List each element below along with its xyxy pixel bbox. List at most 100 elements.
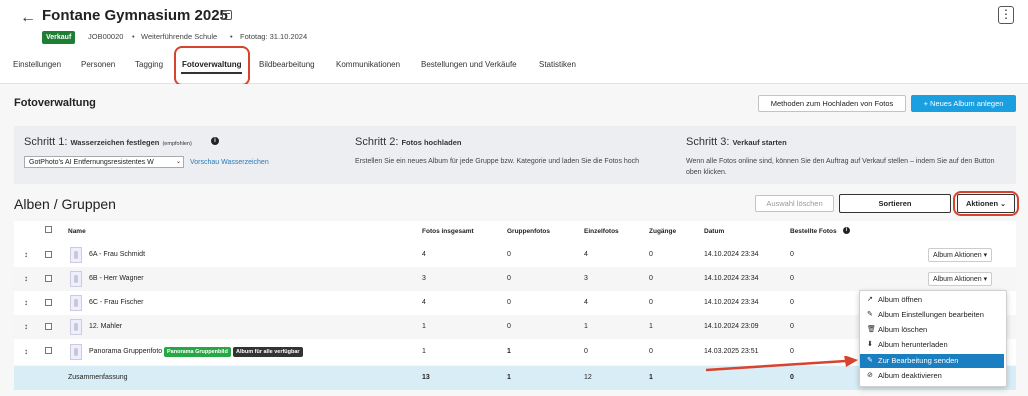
- access-value: 1: [649, 323, 653, 330]
- highlight-annotation-actions: [953, 191, 1019, 216]
- menu-item-send-to-editing[interactable]: ✎ Zur Bearbeitung senden: [860, 354, 1004, 368]
- drag-handle-icon[interactable]: ↕: [24, 322, 28, 331]
- total-value: 3: [422, 275, 426, 282]
- summary-total: 13: [422, 374, 430, 381]
- album-thumbnail: [70, 344, 82, 360]
- group-value: 0: [507, 275, 511, 282]
- watermark-select[interactable]: GotPhoto's AI Entfernungsresistentes W ⌄: [24, 156, 184, 168]
- date-value: 14.03.2025 23:51: [704, 348, 759, 355]
- step3-title: Schritt 3:: [686, 136, 730, 148]
- menu-item-label: Album löschen: [878, 325, 928, 334]
- row-checkbox[interactable]: [45, 347, 52, 354]
- sort-button[interactable]: Sortieren: [839, 194, 951, 213]
- total-value: 4: [422, 251, 426, 258]
- menu-item-label: Album öffnen: [878, 295, 923, 304]
- album-name-link[interactable]: 6C - Frau Fischer: [89, 299, 143, 306]
- photo-day: Fototag: 31.10.2024: [240, 32, 308, 41]
- access-value: 0: [649, 275, 653, 282]
- summary-access: 1: [649, 374, 653, 381]
- album-name-link[interactable]: 6B - Herr Wagner: [89, 275, 144, 282]
- calendar-edit-icon[interactable]: [222, 10, 232, 20]
- availability-badge: Album für alle verfügbar: [233, 347, 303, 357]
- menu-item-open-album[interactable]: ↗ Album öffnen: [860, 293, 1004, 307]
- table-header: Name Fotos insgesamt Gruppenfotos Einzel…: [14, 221, 1016, 243]
- step3-subtitle: Verkauf starten: [732, 138, 787, 147]
- step2-text: Erstellen Sie ein neues Album für jede G…: [355, 158, 640, 165]
- album-actions-dropdown[interactable]: Album Aktionen ▾: [928, 248, 993, 262]
- job-id: JOB00020: [88, 32, 124, 41]
- status-badge: Verkauf: [42, 31, 76, 44]
- open-icon: ↗: [867, 296, 873, 303]
- col-single: Einzelfotos: [584, 228, 619, 235]
- date-value: 14.10.2024 23:09: [704, 323, 759, 330]
- tab-personen[interactable]: Personen: [81, 60, 115, 69]
- panorama-badge: Panorama Gruppenbild: [164, 347, 231, 357]
- step1-title: Schritt 1:: [24, 136, 68, 148]
- row-checkbox[interactable]: [45, 323, 52, 330]
- select-all-checkbox[interactable]: [45, 226, 52, 233]
- summary-label: Zusammenfassung: [68, 374, 128, 381]
- col-name: Name: [68, 228, 86, 235]
- tab-tagging[interactable]: Tagging: [135, 60, 163, 69]
- step1-heading: Schritt 1: Wasserzeichen festlegen (empf…: [24, 136, 192, 148]
- albums-title: Alben / Gruppen: [14, 196, 116, 212]
- album-name-link[interactable]: 12. Mahler: [89, 323, 122, 330]
- menu-item-deactivate-album[interactable]: ⊘ Album deaktivieren: [860, 369, 1004, 383]
- watermark-select-value: GotPhoto's AI Entfernungsresistentes W: [29, 159, 154, 166]
- table-row[interactable]: ↕ 6B - Herr Wagner 3 0 3 0 14.10.2024 23…: [14, 267, 1016, 291]
- info-icon[interactable]: i: [211, 137, 219, 145]
- school-type: Weiterführende Schule: [141, 32, 218, 41]
- row-checkbox[interactable]: [45, 299, 52, 306]
- summary-group: 1: [507, 374, 511, 381]
- upload-methods-button[interactable]: Methoden zum Hochladen von Fotos: [758, 95, 906, 112]
- total-value: 1: [422, 348, 426, 355]
- watermark-preview-link[interactable]: Vorschau Wasserzeichen: [190, 157, 269, 168]
- album-actions-menu: ↗ Album öffnen ✎ Album Einstellungen bearb…: [859, 290, 1007, 387]
- ordered-value: 0: [790, 251, 794, 258]
- new-album-button[interactable]: + Neues Album anlegen: [911, 95, 1016, 112]
- clear-selection-button[interactable]: Auswahl löschen: [755, 195, 834, 212]
- single-value: 1: [584, 323, 588, 330]
- drag-handle-icon[interactable]: ↕: [24, 347, 28, 356]
- album-thumbnail: [70, 247, 82, 263]
- step2-title: Schritt 2:: [355, 136, 399, 148]
- kebab-menu-button[interactable]: ⋮: [998, 6, 1014, 24]
- ordered-value: 0: [790, 323, 794, 330]
- separator-dot: •: [230, 32, 233, 41]
- row-checkbox[interactable]: [45, 275, 52, 282]
- drag-handle-icon[interactable]: ↕: [24, 298, 28, 307]
- group-value: 1: [507, 348, 511, 355]
- access-value: 0: [649, 299, 653, 306]
- table-row[interactable]: ↕ 6A - Frau Schmidt 4 0 4 0 14.10.2024 2…: [14, 243, 1016, 267]
- row-checkbox[interactable]: [45, 251, 52, 258]
- tab-bildbearbeitung[interactable]: Bildbearbeitung: [259, 60, 315, 69]
- menu-item-edit-settings[interactable]: ✎ Album Einstellungen bearbeiten: [860, 308, 1004, 322]
- tab-statistiken[interactable]: Statistiken: [539, 60, 576, 69]
- tab-bestellungen[interactable]: Bestellungen und Verkäufe: [421, 60, 517, 69]
- album-name-link[interactable]: 6A - Frau Schmidt: [89, 251, 145, 258]
- back-arrow-icon[interactable]: ←: [20, 9, 36, 27]
- step3-text: Wenn alle Fotos online sind, können Sie …: [686, 158, 995, 176]
- ordered-value: 0: [790, 275, 794, 282]
- ordered-value: 0: [790, 299, 794, 306]
- group-value: 0: [507, 323, 511, 330]
- step1-note: (empfohlen): [162, 141, 192, 147]
- info-icon[interactable]: i: [843, 227, 850, 234]
- tab-kommunikationen[interactable]: Kommunikationen: [336, 60, 400, 69]
- section-title: Fotoverwaltung: [14, 97, 96, 109]
- album-actions-dropdown[interactable]: Album Aktionen ▾: [928, 272, 993, 286]
- highlight-annotation-tab: [174, 46, 250, 86]
- step1-subtitle: Wasserzeichen festlegen: [70, 138, 160, 147]
- ordered-value: 0: [790, 348, 794, 355]
- tab-einstellungen[interactable]: Einstellungen: [13, 60, 61, 69]
- drag-handle-icon[interactable]: ↕: [24, 274, 28, 283]
- pencil-icon: ✎: [867, 311, 873, 318]
- album-thumbnail: [70, 295, 82, 311]
- menu-item-download-album[interactable]: ⬇ Album herunterladen: [860, 338, 1004, 352]
- drag-handle-icon[interactable]: ↕: [24, 250, 28, 259]
- menu-item-label: Album Einstellungen bearbeiten: [878, 310, 984, 319]
- menu-item-delete-album[interactable]: 🗑 Album löschen: [860, 323, 1004, 337]
- album-name-link[interactable]: Panorama Gruppenfoto: [89, 348, 162, 355]
- date-value: 14.10.2024 23:34: [704, 275, 759, 282]
- album-thumbnail: [70, 319, 82, 335]
